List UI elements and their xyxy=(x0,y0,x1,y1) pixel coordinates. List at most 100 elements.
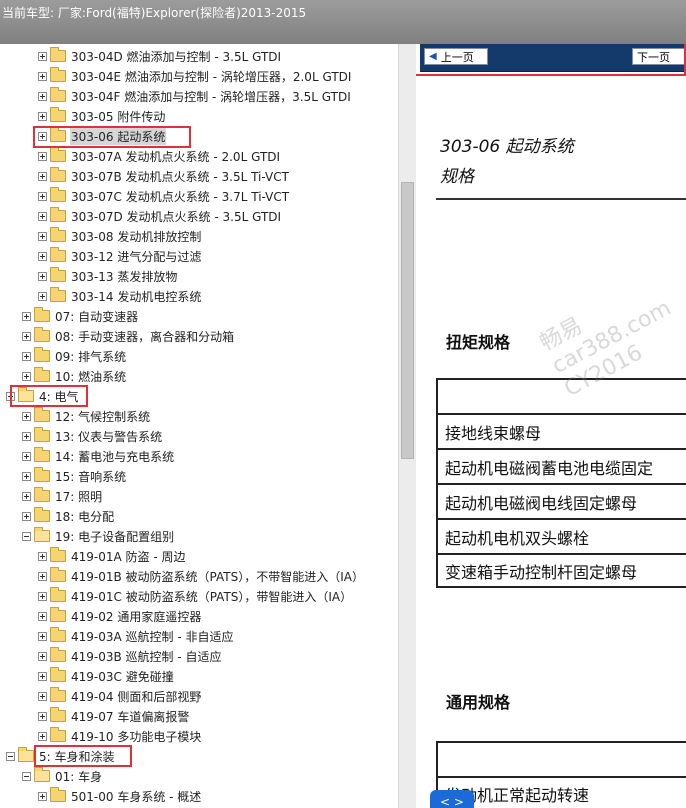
chapter-tree[interactable]: 303-04D 燃油添加与控制 - 3.5L GTDI 303-04E 燃油添加与… xyxy=(0,44,398,808)
expand-plus-icon[interactable] xyxy=(38,611,47,621)
expand-plus-icon[interactable] xyxy=(38,551,47,561)
tree-item-label[interactable]: 12: 气候控制系统 xyxy=(54,408,151,425)
tree-item-label[interactable]: 501-00 车身系统 - 概述 xyxy=(70,788,202,805)
expand-plus-icon[interactable] xyxy=(38,291,47,301)
tree-item-label[interactable]: 10: 燃油系统 xyxy=(54,368,127,385)
tree-item[interactable]: 303-14 发动机电控系统 xyxy=(38,286,202,306)
tree-item[interactable]: 5: 车身和涂装 xyxy=(6,746,116,766)
tree-item-label[interactable]: 419-03B 巡航控制 - 自适应 xyxy=(70,648,223,665)
expand-plus-icon[interactable] xyxy=(22,411,31,421)
tree-item-label[interactable]: 4: 电气 xyxy=(38,388,80,405)
tree-item[interactable]: 419-03B 巡航控制 - 自适应 xyxy=(38,646,223,666)
tree-item[interactable]: 419-07 车道偏离报警 xyxy=(38,706,190,726)
expand-plus-icon[interactable] xyxy=(38,711,47,721)
tree-item-label[interactable]: 419-07 车道偏离报警 xyxy=(70,708,190,725)
tree-item-label[interactable]: 303-13 蒸发排放物 xyxy=(70,268,178,285)
tree-item-label[interactable]: 303-04D 燃油添加与控制 - 3.5L GTDI xyxy=(70,48,282,65)
tree-item-label[interactable]: 07: 自动变速器 xyxy=(54,308,139,325)
expand-plus-icon[interactable] xyxy=(38,211,47,221)
expand-plus-icon[interactable] xyxy=(38,591,47,601)
tree-item[interactable]: 303-04E 燃油添加与控制 - 涡轮增压器，2.0L GTDI xyxy=(38,66,352,86)
expand-plus-icon[interactable] xyxy=(38,51,47,61)
expand-plus-icon[interactable] xyxy=(38,571,47,581)
tree-item-label[interactable]: 303-12 进气分配与过滤 xyxy=(70,248,202,265)
tree-item[interactable]: 303-07B 发动机点火系统 - 3.5L Ti-VCT xyxy=(38,166,290,186)
tree-item[interactable]: 14: 蓄电池与充电系统 xyxy=(22,446,175,466)
tree-item[interactable]: 303-13 蒸发排放物 xyxy=(38,266,178,286)
tree-item-label[interactable]: 303-05 附件传动 xyxy=(70,108,166,125)
tree-item-label[interactable]: 303-04F 燃油添加与控制 - 涡轮增压器，3.5L GTDI xyxy=(70,88,352,105)
expand-plus-icon[interactable] xyxy=(38,691,47,701)
tree-item[interactable]: 419-01A 防盗 - 周边 xyxy=(38,546,187,566)
expand-plus-icon[interactable] xyxy=(22,471,31,481)
tree-item[interactable]: 303-04F 燃油添加与控制 - 涡轮增压器，3.5L GTDI xyxy=(38,86,352,106)
tree-item-label[interactable]: 01: 车身 xyxy=(54,768,103,785)
tree-item-label[interactable]: 419-01C 被动防盗系统（PATS），带智能进入（IA） xyxy=(70,588,353,605)
tree-item[interactable]: 01: 车身 xyxy=(22,766,103,786)
tree-item-label[interactable]: 303-04E 燃油添加与控制 - 涡轮增压器，2.0L GTDI xyxy=(70,68,352,85)
tree-item-label[interactable]: 14: 蓄电池与充电系统 xyxy=(54,448,175,465)
tree-item[interactable]: 419-03A 巡航控制 - 非自适应 xyxy=(38,626,235,646)
expand-plus-icon[interactable] xyxy=(38,671,47,681)
tree-item[interactable]: 17: 照明 xyxy=(22,486,103,506)
expand-plus-icon[interactable] xyxy=(38,731,47,741)
collapse-minus-icon[interactable] xyxy=(22,771,31,781)
expand-plus-icon[interactable] xyxy=(38,251,47,261)
tree-item[interactable]: 07: 自动变速器 xyxy=(22,306,139,326)
expand-plus-icon[interactable] xyxy=(38,71,47,81)
tree-item-label[interactable]: 17: 照明 xyxy=(54,488,103,505)
tree-item[interactable]: 303-06 起动系统 xyxy=(38,126,167,146)
tree-item-label[interactable]: 5: 车身和涂装 xyxy=(38,748,116,765)
expand-plus-icon[interactable] xyxy=(38,791,47,801)
tree-item[interactable]: 303-08 发动机排放控制 xyxy=(38,226,202,246)
expand-plus-icon[interactable] xyxy=(38,271,47,281)
tree-item[interactable]: 4: 电气 xyxy=(6,386,80,406)
expand-plus-icon[interactable] xyxy=(38,171,47,181)
expand-plus-icon[interactable] xyxy=(38,231,47,241)
tree-item-label[interactable]: 13: 仪表与警告系统 xyxy=(54,428,163,445)
tree-item[interactable]: 501-00 车身系统 - 概述 xyxy=(38,786,202,806)
tree-item-label[interactable]: 303-08 发动机排放控制 xyxy=(70,228,202,245)
tree-item-label[interactable]: 419-01B 被动防盗系统（PATS），不带智能进入（IA） xyxy=(70,568,365,585)
tree-item[interactable]: 419-01C 被动防盗系统（PATS），带智能进入（IA） xyxy=(38,586,353,606)
expand-plus-icon[interactable] xyxy=(38,651,47,661)
tree-item[interactable]: 303-05 附件传动 xyxy=(38,106,166,126)
tree-item-label[interactable]: 303-07A 发动机点火系统 - 2.0L GTDI xyxy=(70,148,281,165)
tree-item-label[interactable]: 08: 手动变速器，离合器和分动箱 xyxy=(54,328,235,345)
expand-plus-icon[interactable] xyxy=(22,311,31,321)
expand-plus-icon[interactable] xyxy=(22,331,31,341)
expand-plus-icon[interactable] xyxy=(38,631,47,641)
tree-item[interactable]: 303-07C 发动机点火系统 - 3.7L Ti-VCT xyxy=(38,186,290,206)
tree-item[interactable]: 303-07D 发动机点火系统 - 3.5L GTDI xyxy=(38,206,282,226)
tree-item[interactable]: 303-12 进气分配与过滤 xyxy=(38,246,202,266)
expand-plus-icon[interactable] xyxy=(38,191,47,201)
tree-item-label[interactable]: 303-07C 发动机点火系统 - 3.7L Ti-VCT xyxy=(70,188,290,205)
collapse-minus-icon[interactable] xyxy=(6,751,15,761)
tree-item-label[interactable]: 18: 电分配 xyxy=(54,508,115,525)
collapse-minus-icon[interactable] xyxy=(22,531,31,541)
expand-plus-icon[interactable] xyxy=(38,131,47,141)
expand-plus-icon[interactable] xyxy=(22,351,31,361)
tree-item[interactable]: 419-03C 避免碰撞 xyxy=(38,666,175,686)
tree-item[interactable]: 303-07A 发动机点火系统 - 2.0L GTDI xyxy=(38,146,281,166)
tree-item[interactable]: 18: 电分配 xyxy=(22,506,115,526)
tree-item[interactable]: 09: 排气系统 xyxy=(22,346,127,366)
prev-page-button[interactable]: ◀ 上一页 xyxy=(424,48,488,65)
expand-plus-icon[interactable] xyxy=(22,491,31,501)
expand-plus-icon[interactable] xyxy=(22,431,31,441)
tree-item[interactable]: 15: 音响系统 xyxy=(22,466,127,486)
expand-plus-icon[interactable] xyxy=(22,371,31,381)
scrollbar-thumb[interactable] xyxy=(401,182,414,459)
tree-item[interactable]: 419-10 多功能电子模块 xyxy=(38,726,202,746)
expand-plus-icon[interactable] xyxy=(38,151,47,161)
tree-item[interactable]: 13: 仪表与警告系统 xyxy=(22,426,163,446)
tree-item[interactable]: 419-04 侧面和后部视野 xyxy=(38,686,202,706)
tree-item[interactable]: 419-02 通用家庭遥控器 xyxy=(38,606,202,626)
tree-item[interactable]: 419-01B 被动防盗系统（PATS），不带智能进入（IA） xyxy=(38,566,365,586)
tree-item-label[interactable]: 19: 电子设备配置组别 xyxy=(54,528,175,545)
tree-item-label[interactable]: 419-04 侧面和后部视野 xyxy=(70,688,202,705)
tree-item[interactable]: 12: 气候控制系统 xyxy=(22,406,151,426)
tree-item-label[interactable]: 303-06 起动系统 xyxy=(70,127,167,145)
tree-item-label[interactable]: 303-07B 发动机点火系统 - 3.5L Ti-VCT xyxy=(70,168,290,185)
tree-item[interactable]: 10: 燃油系统 xyxy=(22,366,127,386)
